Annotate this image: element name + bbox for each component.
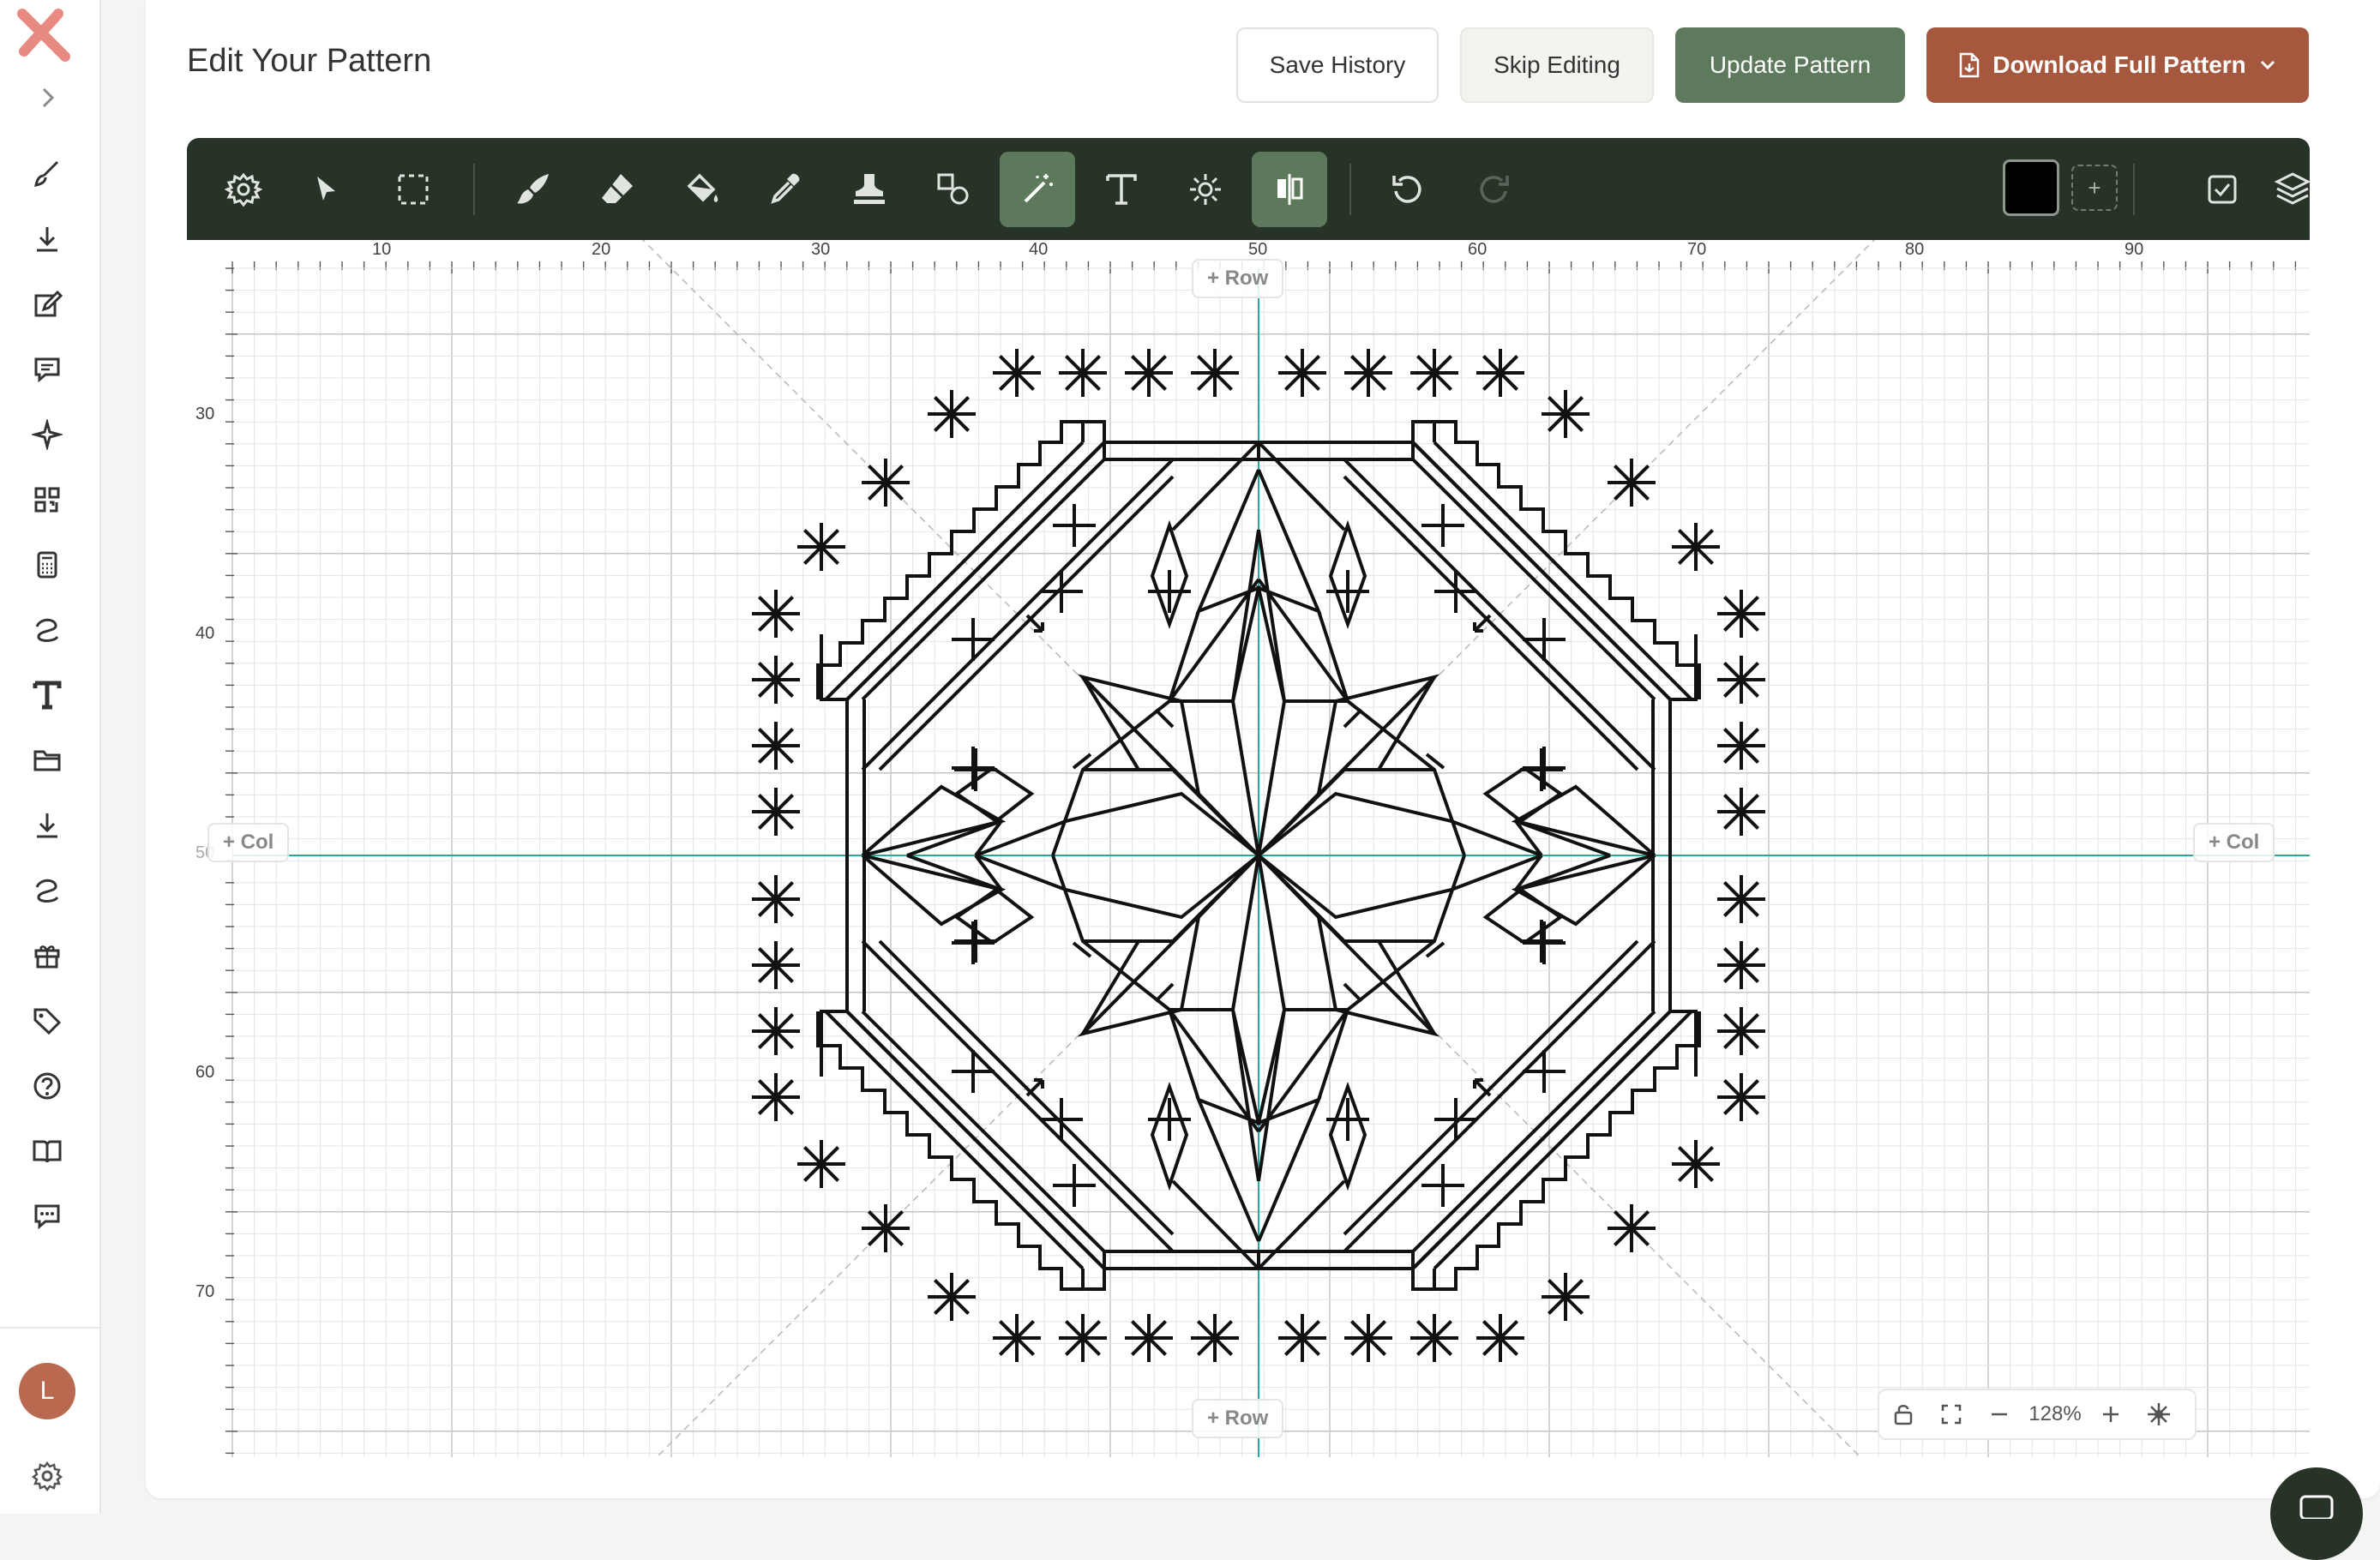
settings-icon[interactable] [206,152,281,227]
sparkle-burst-icon[interactable] [2135,1390,2183,1438]
add-color-button[interactable]: + [2071,165,2118,211]
folder-icon[interactable] [25,738,69,783]
ruler-top-label: 90 [2125,240,2144,259]
paint-bucket-icon[interactable] [664,152,739,227]
download-full-pattern-label: Download Full Pattern [1992,51,2246,78]
lock-icon[interactable] [1879,1390,1927,1438]
ruler-top-label: 80 [1905,240,1925,259]
eyedropper-icon[interactable] [748,152,823,227]
undo-icon[interactable] [1370,152,1445,227]
save-history-button[interactable]: Save History [1236,27,1439,103]
pattern-canvas[interactable]: 10 20 30 40 50 60 70 80 90 30 40 60 70 5… [187,240,2310,1457]
ruler-left-label: 60 [195,1063,215,1082]
x-logo[interactable] [15,9,77,62]
brush-icon[interactable] [25,152,69,196]
file-icon [1959,52,1980,78]
download-icon[interactable] [25,217,69,261]
chat-icon [2299,1495,2334,1519]
marquee-select-icon[interactable] [376,152,451,227]
avatar[interactable]: L [19,1363,75,1419]
chat-icon[interactable] [25,1194,69,1239]
chevron-down-icon [2260,60,2275,70]
page-title: Edit Your Pattern [187,43,432,79]
editor-toolbar [187,138,2311,240]
ruler-top-label: 50 [1248,240,1268,259]
thread-icon[interactable] [25,608,69,652]
zoom-out-icon[interactable] [1975,1390,2023,1438]
layers-icon[interactable] [2255,152,2330,227]
skip-editing-button[interactable]: Skip Editing [1460,27,1654,103]
text-icon[interactable] [25,673,69,717]
pattern-grid[interactable] [187,240,2310,1457]
sparkle-icon[interactable] [25,412,69,457]
thread-icon[interactable] [25,868,69,913]
download-icon[interactable] [25,803,69,848]
ruler-top-label: 30 [811,240,831,259]
zoom-controls: 128% [1878,1389,2197,1440]
add-col-left-button[interactable]: + Col [207,823,290,862]
zoom-level: 128% [2028,1402,2082,1425]
redo-icon[interactable] [1456,152,1531,227]
book-icon[interactable] [25,1129,69,1173]
brush-tool-icon[interactable] [496,152,571,227]
ruler-top-label: 40 [1029,240,1049,259]
calculator-icon[interactable] [25,543,69,587]
checkbox-icon[interactable] [2185,152,2260,227]
shapes-icon[interactable] [916,152,991,227]
current-color-swatch[interactable] [2003,159,2059,216]
chat-widget-button[interactable] [2270,1467,2363,1560]
ruler-left-label: 70 [195,1282,215,1301]
zoom-in-icon[interactable] [2087,1390,2135,1438]
edit-icon[interactable] [25,282,69,327]
left-rail: L [0,0,101,1514]
ruler-left-label: 40 [195,624,215,643]
add-col-right-button[interactable]: + Col [2193,823,2275,862]
fit-screen-icon[interactable] [1927,1390,1975,1438]
download-full-pattern-button[interactable]: Download Full Pattern [1926,27,2309,103]
symmetry-icon[interactable] [1168,152,1243,227]
add-row-bottom-button[interactable]: + Row [1192,1399,1284,1438]
ruler-left-label: 30 [195,405,215,423]
ruler-top-label: 70 [1687,240,1707,259]
update-pattern-button[interactable]: Update Pattern [1675,27,1905,103]
qr-code-icon[interactable] [25,477,69,522]
comment-icon[interactable] [25,347,69,392]
gift-icon[interactable] [25,933,69,978]
text-tool-icon[interactable] [1084,152,1159,227]
mirror-icon[interactable] [1252,152,1327,227]
select-arrow-icon[interactable] [288,152,364,227]
ruler-top-label: 20 [592,240,611,259]
ruler-top-label: 60 [1468,240,1488,259]
magic-wand-icon[interactable] [1000,152,1075,227]
stamp-icon[interactable] [832,152,907,227]
tag-icon[interactable] [25,999,69,1043]
add-row-top-button[interactable]: + Row [1192,259,1284,298]
gear-icon[interactable] [28,1457,66,1495]
help-icon[interactable] [25,1064,69,1108]
rail-divider [0,1327,101,1329]
ruler-top-label: 10 [372,240,392,259]
chevron-right-icon[interactable] [29,79,67,117]
eraser-icon[interactable] [580,152,655,227]
